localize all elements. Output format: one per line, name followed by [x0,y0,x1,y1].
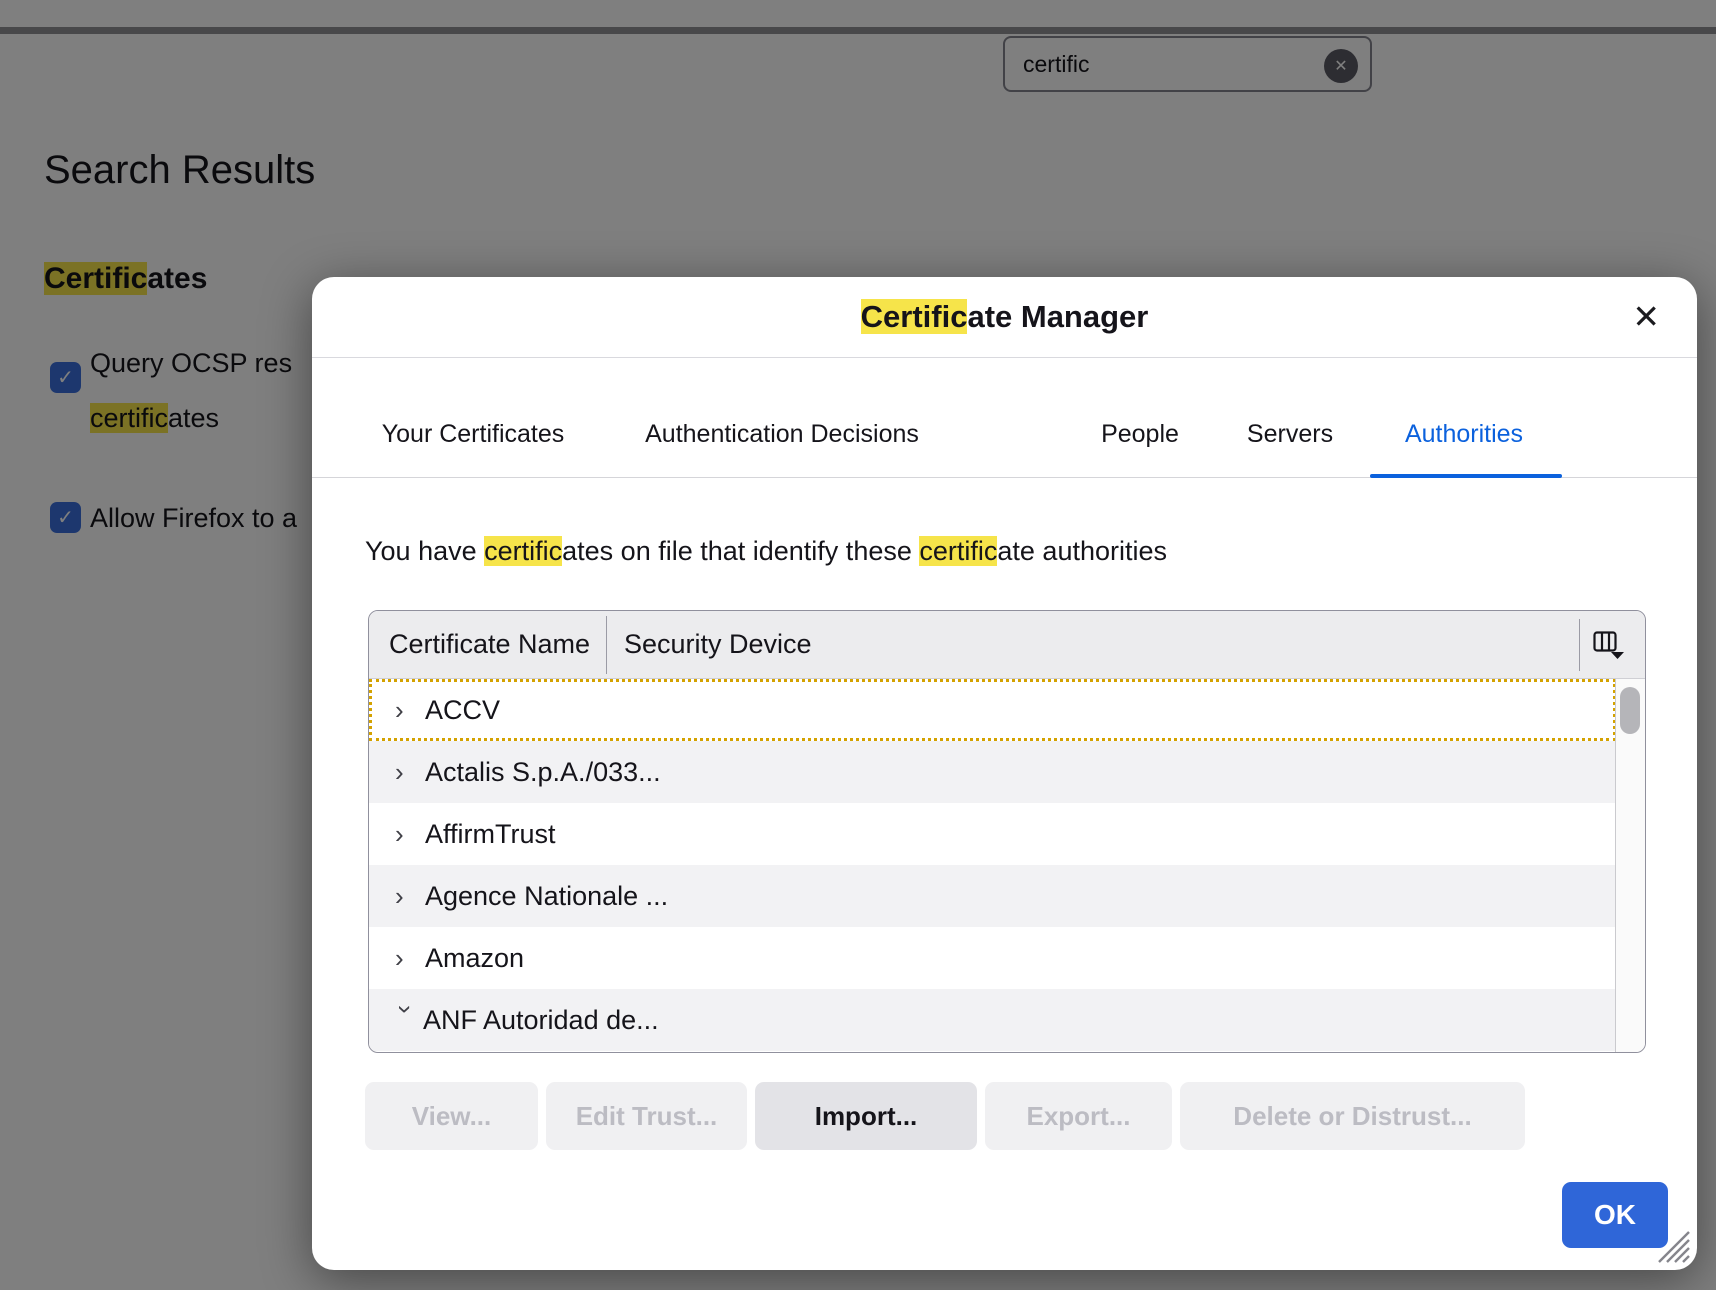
column-picker-icon[interactable] [1593,631,1625,659]
table-row[interactable]: › AffirmTrust [369,803,1616,865]
tab-servers[interactable]: Servers [1247,390,1333,478]
export-button[interactable]: Export... [985,1082,1172,1150]
edit-trust-button[interactable]: Edit Trust... [546,1082,747,1150]
view-button[interactable]: View... [365,1082,538,1150]
resize-grip[interactable] [1653,1226,1691,1264]
table-header: Certificate Name Security Device [369,611,1645,679]
tab-authorities[interactable]: Authorities [1405,390,1523,478]
chevron-right-icon[interactable]: › [395,697,425,723]
table-row[interactable]: › Actalis S.p.A./033... [369,741,1616,803]
chevron-right-icon[interactable]: › [395,883,425,909]
table-row[interactable]: › Amazon [369,927,1616,989]
table-row[interactable]: › Agence Nationale ... [369,865,1616,927]
certificate-name: AffirmTrust [425,819,556,850]
close-icon[interactable]: ✕ [1632,299,1660,335]
authorities-description: You have certificates on file that ident… [365,531,1167,571]
column-header-security-device[interactable]: Security Device [624,629,812,660]
import-button[interactable]: Import... [755,1082,977,1150]
certificates-table: Certificate Name Security Device › ACCV [368,610,1646,1053]
certificate-name: Actalis S.p.A./033... [425,757,661,788]
tab-people[interactable]: People [1101,390,1179,478]
chevron-down-icon[interactable]: › [393,1005,419,1031]
search-highlight: certific [919,536,997,566]
tab-your-certificates[interactable]: Your Certificates [382,390,565,478]
column-divider [1579,619,1580,671]
action-button-row: View... Edit Trust... Import... Export..… [365,1082,1525,1150]
certificate-manager-dialog: Certificate Manager ✕ Your Certificates … [312,277,1697,1270]
certificate-name: Agence Nationale ... [425,881,668,912]
column-header-certificate-name[interactable]: Certificate Name [369,629,590,660]
table-body: › ACCV › Actalis S.p.A./033... › AffirmT… [369,679,1616,1051]
tab-strip: Your Certificates Authentication Decisio… [312,390,1697,478]
screen: ✕ Search Results Certificates ✓ Query OC… [0,0,1716,1290]
certificate-name: Amazon [425,943,524,974]
table-row[interactable]: › ACCV [369,679,1616,741]
chevron-right-icon[interactable]: › [395,759,425,785]
active-tab-underline [1370,474,1562,478]
dialog-title: Certificate Manager [861,299,1149,335]
scrollbar-track[interactable] [1615,679,1645,1052]
search-highlight: Certific [861,299,968,334]
chevron-right-icon[interactable]: › [395,945,425,971]
table-row[interactable]: › ANF Autoridad de... [369,989,1616,1051]
column-divider [606,616,607,674]
scrollbar-thumb[interactable] [1620,687,1640,734]
chevron-right-icon[interactable]: › [395,821,425,847]
certificate-name: ACCV [425,695,500,726]
tab-authentication-decisions[interactable]: Authentication Decisions [645,390,919,478]
certificate-name: ANF Autoridad de... [423,1005,659,1036]
delete-or-distrust-button[interactable]: Delete or Distrust... [1180,1082,1525,1150]
dialog-header: Certificate Manager ✕ [312,277,1697,358]
search-highlight: certific [484,536,562,566]
